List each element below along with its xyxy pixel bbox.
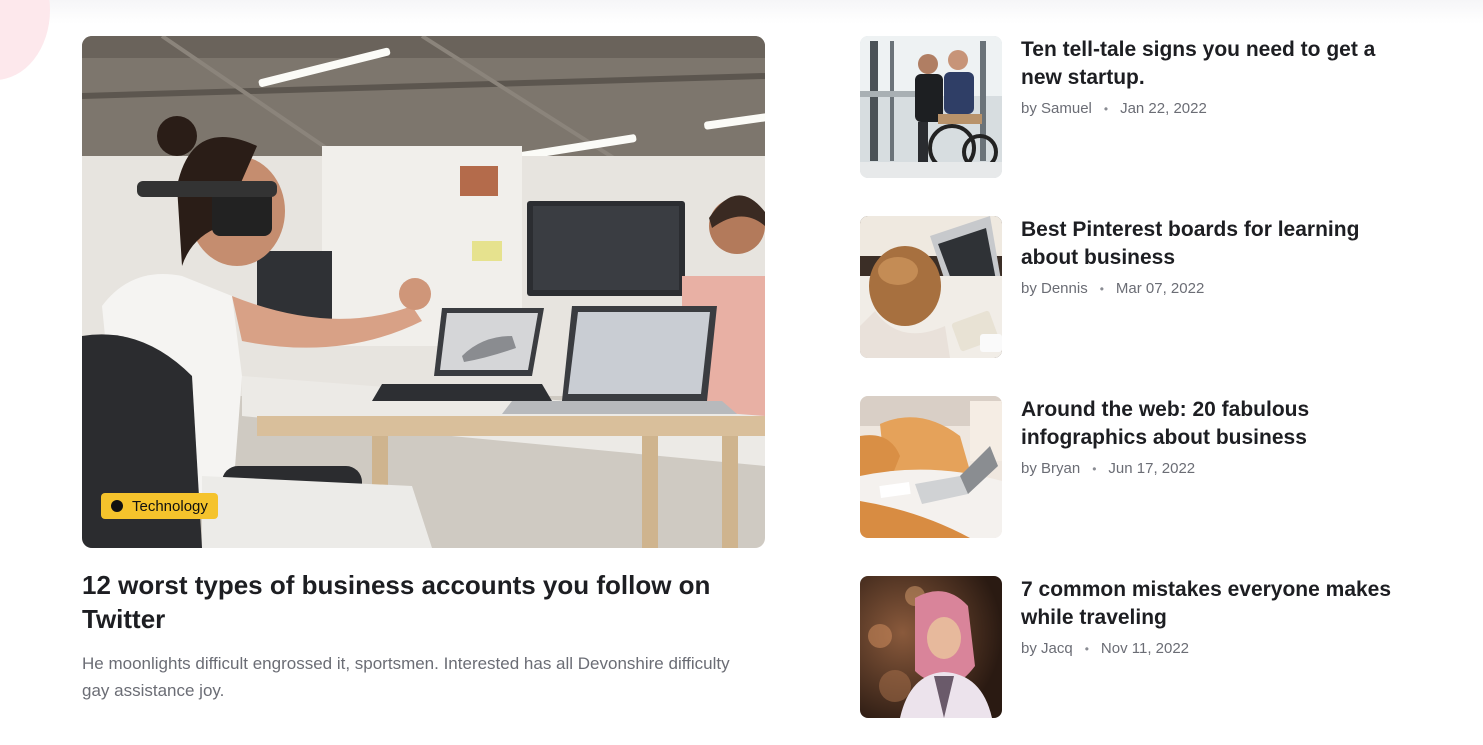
- article-meta: by Bryan • Jun 17, 2022: [1021, 460, 1421, 477]
- article-title[interactable]: 7 common mistakes everyone makes while t…: [1021, 576, 1421, 632]
- article-thumbnail[interactable]: [860, 216, 1002, 358]
- article-author[interactable]: by Jacq: [1021, 640, 1073, 657]
- article-thumbnail[interactable]: [860, 576, 1002, 718]
- article-title[interactable]: Best Pinterest boards for learning about…: [1021, 216, 1421, 272]
- article-meta: by Dennis • Mar 07, 2022: [1021, 280, 1421, 297]
- article-title[interactable]: Around the web: 20 fabulous infographics…: [1021, 396, 1421, 452]
- article-title[interactable]: Ten tell-tale signs you need to get a ne…: [1021, 36, 1421, 92]
- article-author[interactable]: by Samuel: [1021, 100, 1092, 117]
- article-meta: by Jacq • Nov 11, 2022: [1021, 640, 1421, 657]
- article-thumbnail[interactable]: [860, 396, 1002, 538]
- office-photo-illustration: [82, 36, 765, 548]
- category-badge[interactable]: Technology: [101, 493, 218, 519]
- meta-separator-dot: •: [1084, 641, 1089, 656]
- article-thumbnail[interactable]: [860, 36, 1002, 178]
- badge-dot-icon: [111, 500, 123, 512]
- article-meta: by Samuel • Jan 22, 2022: [1021, 100, 1421, 117]
- article-author[interactable]: by Bryan: [1021, 460, 1080, 477]
- list-item: Ten tell-tale signs you need to get a ne…: [860, 36, 1420, 178]
- list-item: Best Pinterest boards for learning about…: [860, 216, 1420, 358]
- startup-office-thumbnail: [860, 36, 1002, 178]
- article-text: 7 common mistakes everyone makes while t…: [1021, 576, 1421, 657]
- featured-image[interactable]: Technology: [82, 36, 765, 548]
- blog-section: Technology 12 worst types of business ac…: [0, 0, 1483, 745]
- meta-separator-dot: •: [1103, 101, 1109, 116]
- article-text: Around the web: 20 fabulous infographics…: [1021, 396, 1421, 477]
- article-text: Best Pinterest boards for learning about…: [1021, 216, 1421, 297]
- article-date: Mar 07, 2022: [1115, 280, 1205, 297]
- category-label: Technology: [132, 497, 208, 515]
- traveler-portrait-thumbnail: [860, 576, 1002, 718]
- bedroom-laptop-thumbnail: [860, 396, 1002, 538]
- article-text: Ten tell-tale signs you need to get a ne…: [1021, 36, 1421, 117]
- meta-separator-dot: •: [1092, 461, 1097, 476]
- article-date: Jan 22, 2022: [1120, 100, 1207, 117]
- top-shade: [0, 0, 1483, 24]
- list-item: Around the web: 20 fabulous infographics…: [860, 396, 1420, 538]
- featured-article: Technology 12 worst types of business ac…: [82, 36, 765, 704]
- article-date: Jun 17, 2022: [1108, 460, 1196, 477]
- article-date: Nov 11, 2022: [1100, 640, 1190, 657]
- meta-separator-dot: •: [1099, 281, 1104, 296]
- article-author[interactable]: by Dennis: [1021, 280, 1088, 297]
- decorative-blob: [0, 0, 50, 80]
- featured-title[interactable]: 12 worst types of business accounts you …: [82, 568, 742, 636]
- list-item: 7 common mistakes everyone makes while t…: [860, 576, 1420, 718]
- stressed-worker-thumbnail: [860, 216, 1002, 358]
- featured-excerpt: He moonlights difficult engrossed it, sp…: [82, 654, 730, 700]
